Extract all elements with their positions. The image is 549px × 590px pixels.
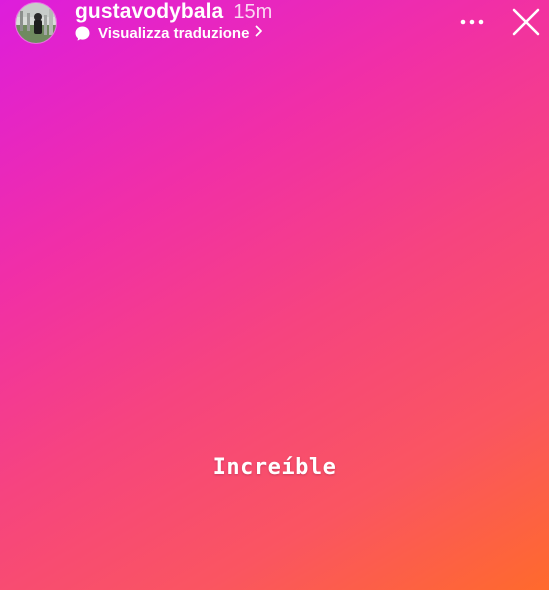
translate-icon bbox=[74, 25, 91, 42]
avatar[interactable] bbox=[15, 2, 57, 44]
time-ago: 15m bbox=[233, 1, 273, 23]
close-icon bbox=[512, 8, 540, 36]
story-meta: gustavodybala 15m bbox=[75, 0, 272, 24]
story-caption: Increíble bbox=[212, 455, 337, 480]
story-viewer[interactable]: gustavodybala 15m Visualizza traduzione bbox=[0, 0, 549, 590]
more-dots-icon bbox=[460, 19, 484, 25]
story-header: gustavodybala 15m Visualizza traduzione bbox=[0, 0, 549, 48]
translate-link[interactable]: Visualizza traduzione bbox=[74, 24, 263, 42]
close-button[interactable] bbox=[508, 6, 544, 40]
avatar-image bbox=[16, 3, 56, 43]
username[interactable]: gustavodybala bbox=[75, 0, 223, 24]
chevron-right-icon bbox=[255, 24, 263, 42]
more-options-button[interactable] bbox=[455, 8, 491, 36]
translate-label: Visualizza traduzione bbox=[98, 24, 250, 42]
